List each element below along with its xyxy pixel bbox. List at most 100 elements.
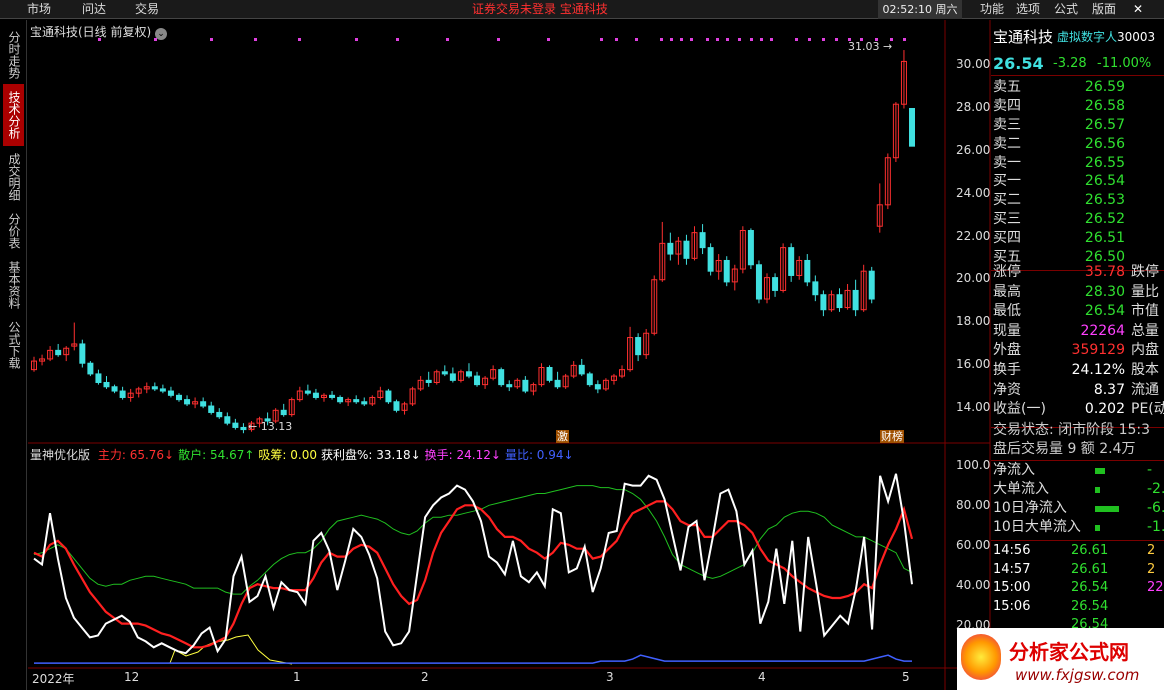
- x-axis-label: 3: [606, 670, 614, 684]
- marker-dot: [726, 38, 729, 41]
- marker-dot: [600, 38, 603, 41]
- indicator-header: 量神优化版 主力: 65.76↓ 散户: 54.67↑ 吸筹: 0.00 获利盘%: …: [30, 446, 582, 463]
- marker-dot: [808, 38, 811, 41]
- candle-body: [232, 422, 239, 428]
- candle-body: [353, 399, 360, 403]
- marker-dot: [670, 38, 673, 41]
- candle-body: [200, 401, 207, 407]
- candle-body: [772, 277, 779, 291]
- candle-body: [683, 240, 690, 259]
- flow-bar: [1095, 468, 1105, 474]
- price-tick: 20.00: [956, 271, 991, 285]
- marker-dot: [298, 38, 301, 41]
- marker-dot: [835, 38, 838, 41]
- candle-body: [79, 343, 86, 364]
- candle-body: [498, 369, 505, 386]
- event-badge[interactable]: 激: [556, 430, 569, 443]
- price-tick: 18.00: [956, 314, 991, 328]
- candle-body: [280, 409, 287, 416]
- candle-body: [361, 401, 368, 405]
- marker-dot: [635, 38, 638, 41]
- candle-body: [240, 426, 247, 431]
- indicator-value: 主力: 65.76↓: [97, 448, 175, 462]
- profit-ratio-line: [33, 473, 913, 655]
- indicator-value: 吸筹: 0.00: [258, 448, 317, 462]
- price-tick: 22.00: [956, 229, 991, 243]
- x-axis-label: 5: [902, 670, 910, 684]
- marker-dot: [497, 38, 500, 41]
- candle-body: [337, 396, 344, 403]
- candle-body: [707, 247, 714, 272]
- indicator-tick: 100.0: [956, 458, 991, 472]
- x-axis-label: 4: [758, 670, 766, 684]
- trade-status: 交易状态: 闭市阶段 15:3: [993, 422, 1151, 438]
- x-axis-label: 1: [293, 670, 301, 684]
- indicator-tick: 40.00: [956, 578, 991, 592]
- candle-body: [594, 384, 601, 390]
- site-logo: 分析家公式网 www.fxjgsw.com: [957, 628, 1164, 690]
- candle-body: [635, 337, 642, 356]
- event-badge[interactable]: 财榜: [880, 430, 904, 443]
- marker-dot: [738, 38, 741, 41]
- indicator-value: 量比: 0.94↓: [504, 448, 574, 462]
- candle-body: [836, 294, 843, 309]
- candle-body: [755, 264, 762, 300]
- indicator-value: 换手: 24.12↓: [424, 448, 501, 462]
- candle-body: [852, 289, 859, 311]
- marker-dot: [660, 38, 663, 41]
- marker-dot: [615, 38, 618, 41]
- indicator-name[interactable]: 量神优化版: [30, 448, 90, 462]
- candle-body: [216, 411, 223, 418]
- candle-body: [208, 405, 215, 413]
- marker-dot: [690, 38, 693, 41]
- marker-dot: [706, 38, 709, 41]
- after-hours: 盘后交易量 9 额 2.4万: [993, 441, 1136, 457]
- candle-body: [909, 107, 915, 147]
- candle-body: [820, 294, 827, 311]
- price-tick: 30.00: [956, 57, 991, 71]
- indicator-value: 获利盘%: 33.18↓: [320, 448, 421, 462]
- volume-ratio-line: [34, 654, 912, 664]
- marker-dot: [396, 38, 399, 41]
- candle-body: [167, 390, 174, 396]
- max-price-label: 31.03 →: [848, 40, 893, 53]
- candle-body: [506, 384, 513, 388]
- min-price-label: ← 13.13: [248, 420, 293, 433]
- candle-body: [224, 416, 231, 424]
- candle-body: [151, 386, 158, 390]
- marker-dot: [355, 38, 358, 41]
- candle-body: [119, 390, 126, 398]
- marker-dot: [154, 38, 157, 41]
- candle-body: [522, 379, 529, 392]
- x-axis-label: 2: [421, 670, 429, 684]
- candle-body: [586, 373, 593, 386]
- logo-title: 分析家公式网: [1009, 640, 1129, 664]
- candle-body: [465, 371, 472, 377]
- candle-body: [699, 232, 706, 249]
- candle-body: [868, 270, 875, 300]
- marker-dot: [903, 38, 906, 41]
- candle-body: [111, 386, 118, 392]
- candle-body: [449, 373, 456, 381]
- logo-url: www.fxjgsw.com: [1015, 666, 1140, 684]
- candle-body: [425, 379, 432, 383]
- marker-dot: [210, 38, 213, 41]
- candle-body: [304, 390, 311, 394]
- candle-body: [55, 349, 62, 356]
- price-tick: 14.00: [956, 400, 991, 414]
- marker-dot: [716, 38, 719, 41]
- price-tick: 24.00: [956, 186, 991, 200]
- price-tick: 26.00: [956, 143, 991, 157]
- candle-body: [747, 230, 754, 266]
- candle-body: [788, 247, 795, 276]
- candle-body: [554, 379, 561, 388]
- indicator-tick: 80.00: [956, 498, 991, 512]
- marker-dot: [750, 38, 753, 41]
- marker-dot: [760, 38, 763, 41]
- indicator-lines: [33, 473, 914, 665]
- quote-panel: 宝通科技 虚拟数字人 30003 26.54 -3.28 -11.00% 卖五 2…: [991, 28, 1164, 633]
- candle-body: [95, 373, 102, 383]
- flow-bar: [1095, 506, 1119, 512]
- price-tick: 16.00: [956, 357, 991, 371]
- marker-dot: [822, 38, 825, 41]
